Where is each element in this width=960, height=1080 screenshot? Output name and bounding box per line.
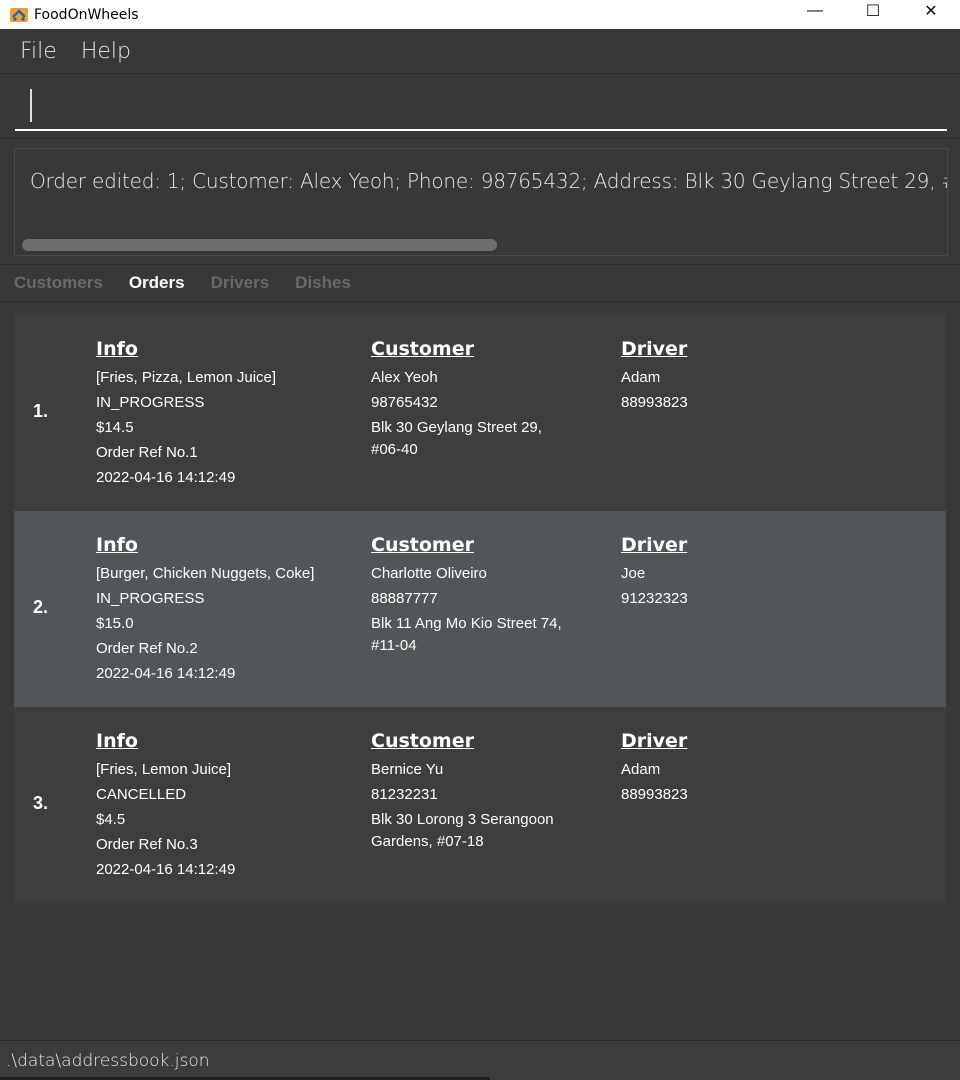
driver-section: Driver Joe 91232323 bbox=[621, 534, 821, 613]
driver-heading: Driver bbox=[621, 534, 688, 556]
info-heading: Info bbox=[96, 534, 138, 556]
order-price: $4.5 bbox=[96, 811, 126, 828]
tab-dishes[interactable]: Dishes bbox=[295, 273, 351, 293]
minimize-button[interactable]: — bbox=[786, 0, 844, 22]
order-card-selected[interactable]: 2. Info [Burger, Chicken Nuggets, Coke] … bbox=[14, 511, 946, 707]
order-ref: Order Ref No.3 bbox=[96, 836, 198, 853]
driver-phone: 91232323 bbox=[621, 590, 688, 607]
driver-name: Adam bbox=[621, 369, 661, 386]
info-heading: Info bbox=[96, 730, 138, 752]
order-index: 3. bbox=[33, 793, 49, 813]
close-icon: ✕ bbox=[924, 3, 938, 20]
app-logo-icon bbox=[10, 7, 28, 22]
tab-drivers[interactable]: Drivers bbox=[211, 273, 270, 293]
tab-bar: Customers Orders Drivers Dishes bbox=[0, 264, 960, 302]
order-price: $14.5 bbox=[96, 419, 134, 436]
close-button[interactable]: ✕ bbox=[902, 0, 960, 22]
customer-address: Blk 30 Lorong 3 Serangoon Gardens, #07-1… bbox=[371, 811, 554, 850]
result-display-panel: Order edited: 1; Customer: Alex Yeoh; Ph… bbox=[0, 138, 960, 264]
menu-help[interactable]: Help bbox=[81, 39, 131, 64]
order-card[interactable]: 3. Info [Fries, Lemon Juice] CANCELLED $… bbox=[14, 707, 946, 903]
order-status: IN_PROGRESS bbox=[96, 394, 205, 411]
customer-heading: Customer bbox=[371, 534, 474, 556]
order-info-section: Info [Fries, Lemon Juice] CANCELLED $4.5… bbox=[96, 730, 366, 884]
command-input[interactable] bbox=[15, 84, 947, 131]
order-dishes: [Fries, Lemon Juice] bbox=[96, 761, 232, 778]
order-index: 2. bbox=[33, 597, 49, 617]
driver-section: Driver Adam 88993823 bbox=[621, 730, 821, 809]
tab-orders[interactable]: Orders bbox=[129, 273, 185, 293]
customer-phone: 88887777 bbox=[371, 590, 438, 607]
order-info-section: Info [Fries, Pizza, Lemon Juice] IN_PROG… bbox=[96, 338, 366, 492]
driver-name: Joe bbox=[621, 565, 646, 582]
customer-address: Blk 11 Ang Mo Kio Street 74, #11-04 bbox=[371, 615, 562, 654]
order-status: IN_PROGRESS bbox=[96, 590, 205, 607]
driver-name: Adam bbox=[621, 761, 661, 778]
customer-name: Bernice Yu bbox=[371, 761, 444, 778]
order-card[interactable]: 1. Info [Fries, Pizza, Lemon Juice] IN_P… bbox=[14, 315, 946, 511]
window-controls: — ☐ ✕ bbox=[786, 0, 960, 22]
order-time: 2022-04-16 14:12:49 bbox=[96, 665, 236, 682]
tab-customers[interactable]: Customers bbox=[14, 273, 103, 293]
order-dishes: [Burger, Chicken Nuggets, Coke] bbox=[96, 565, 315, 582]
menu-file[interactable]: File bbox=[20, 39, 57, 64]
customer-phone: 98765432 bbox=[371, 394, 438, 411]
text-caret bbox=[30, 89, 32, 122]
order-price: $15.0 bbox=[96, 615, 134, 632]
customer-phone: 81232231 bbox=[371, 786, 438, 803]
horizontal-scrollbar[interactable] bbox=[22, 239, 497, 251]
status-bar: .\data\addressbook.json bbox=[0, 1040, 960, 1080]
maximize-button[interactable]: ☐ bbox=[844, 0, 902, 22]
order-time: 2022-04-16 14:12:49 bbox=[96, 861, 236, 878]
customer-name: Alex Yeoh bbox=[371, 369, 438, 386]
customer-heading: Customer bbox=[371, 730, 474, 752]
title-bar: FoodOnWheels — ☐ ✕ bbox=[0, 0, 960, 29]
customer-name: Charlotte Oliveiro bbox=[371, 565, 487, 582]
order-ref: Order Ref No.2 bbox=[96, 640, 198, 657]
customer-heading: Customer bbox=[371, 338, 474, 360]
order-time: 2022-04-16 14:12:49 bbox=[96, 469, 236, 486]
driver-phone: 88993823 bbox=[621, 394, 688, 411]
minimize-icon: — bbox=[807, 2, 823, 19]
customer-section: Customer Bernice Yu 81232231 Blk 30 Loro… bbox=[371, 730, 611, 856]
order-status: CANCELLED bbox=[96, 786, 187, 803]
maximize-icon: ☐ bbox=[865, 3, 881, 20]
info-heading: Info bbox=[96, 338, 138, 360]
result-message: Order edited: 1; Customer: Alex Yeoh; Ph… bbox=[30, 169, 948, 193]
window-title: FoodOnWheels bbox=[34, 6, 139, 23]
order-info-section: Info [Burger, Chicken Nuggets, Coke] IN_… bbox=[96, 534, 366, 688]
order-list: 1. Info [Fries, Pizza, Lemon Juice] IN_P… bbox=[0, 302, 960, 1040]
order-index: 1. bbox=[33, 401, 49, 421]
result-display[interactable]: Order edited: 1; Customer: Alex Yeoh; Ph… bbox=[14, 148, 948, 256]
order-dishes: [Fries, Pizza, Lemon Juice] bbox=[96, 369, 277, 386]
driver-heading: Driver bbox=[621, 338, 688, 360]
driver-section: Driver Adam 88993823 bbox=[621, 338, 821, 417]
save-file-path: .\data\addressbook.json bbox=[6, 1050, 210, 1071]
customer-address: Blk 30 Geylang Street 29, #06-40 bbox=[371, 419, 542, 458]
menu-bar: File Help bbox=[0, 29, 960, 74]
order-ref: Order Ref No.1 bbox=[96, 444, 198, 461]
customer-section: Customer Charlotte Oliveiro 88887777 Blk… bbox=[371, 534, 611, 660]
driver-phone: 88993823 bbox=[621, 786, 688, 803]
command-box bbox=[0, 74, 960, 138]
driver-heading: Driver bbox=[621, 730, 688, 752]
customer-section: Customer Alex Yeoh 98765432 Blk 30 Geyla… bbox=[371, 338, 611, 464]
